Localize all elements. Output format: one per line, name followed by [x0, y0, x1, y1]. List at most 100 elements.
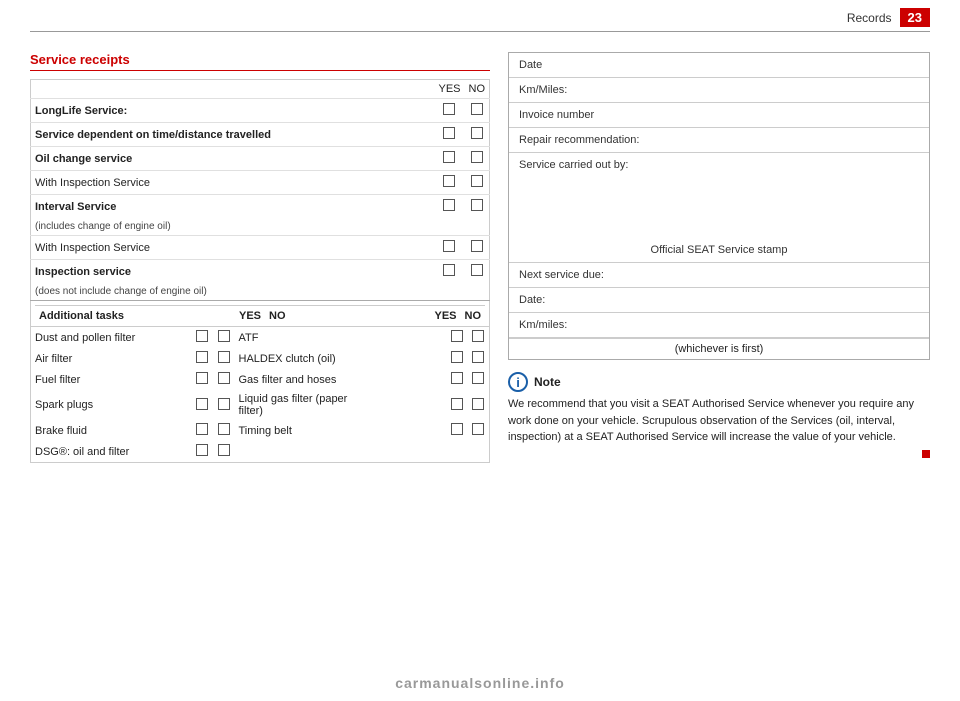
checkbox[interactable] — [471, 240, 483, 252]
left-task-label: Dust and pollen filter — [31, 327, 191, 348]
checkbox[interactable] — [472, 372, 484, 384]
right-task-label: HALDEX clutch (oil) — [235, 348, 446, 369]
add-no-label2: NO — [461, 306, 486, 325]
row-label: LongLife Service: — [31, 99, 435, 123]
right-task-label: Timing belt — [235, 420, 446, 441]
checkbox[interactable] — [218, 444, 230, 456]
checkbox[interactable] — [443, 240, 455, 252]
table-row: With Inspection Service — [31, 236, 490, 260]
add-yes-label: YES — [235, 306, 265, 325]
left-column: Service receipts YES NO LongLife Service… — [30, 52, 490, 463]
page-header: Records 23 — [30, 0, 930, 32]
checkbox[interactable] — [443, 127, 455, 139]
right-task-label: ATF — [235, 327, 446, 348]
checkbox[interactable] — [218, 330, 230, 342]
whichever-row: (whichever is first) — [509, 338, 929, 359]
red-bullet-container — [508, 450, 930, 458]
row-sublabel: (includes change of engine oil) — [31, 218, 435, 236]
table-row: Interval Service — [31, 195, 490, 219]
info-box: Date Km/Miles: Invoice number Repair rec… — [508, 52, 930, 360]
repair-row: Repair recommendation: — [509, 128, 929, 153]
checkbox[interactable] — [451, 423, 463, 435]
left-task-label: DSG®: oil and filter — [31, 441, 191, 463]
km-miles2-label: Km/miles: — [519, 319, 567, 331]
note-header: i Note — [508, 372, 930, 392]
invoice-label: Invoice number — [519, 109, 594, 121]
checkbox[interactable] — [218, 423, 230, 435]
no-checkbox-cell[interactable] — [465, 99, 490, 123]
page-title: Records — [847, 11, 892, 25]
section-title: Service receipts — [30, 52, 490, 71]
checkbox[interactable] — [196, 444, 208, 456]
table-row: (includes change of engine oil) — [31, 218, 490, 236]
list-item: Fuel filter Gas filter and hoses — [31, 369, 490, 390]
checkbox[interactable] — [443, 151, 455, 163]
checkbox[interactable] — [451, 398, 463, 410]
left-task-label: Brake fluid — [31, 420, 191, 441]
yes-header: YES — [434, 80, 464, 99]
watermark: carmanualsonline.info — [395, 675, 565, 691]
row-label: Inspection service — [31, 260, 435, 284]
row-label: With Inspection Service — [31, 236, 435, 260]
row-label: Service dependent on time/distance trave… — [31, 123, 435, 147]
checkbox[interactable] — [451, 351, 463, 363]
yes-checkbox-cell[interactable] — [434, 99, 464, 123]
checkbox[interactable] — [471, 264, 483, 276]
right-task-label: Liquid gas filter (paperfilter) — [235, 390, 446, 420]
date-label: Date — [519, 59, 542, 71]
checkbox[interactable] — [218, 398, 230, 410]
checkbox[interactable] — [218, 372, 230, 384]
km-miles2-row: Km/miles: — [509, 313, 929, 338]
info-icon: i — [508, 372, 528, 392]
checkbox[interactable] — [472, 351, 484, 363]
row-label: Oil change service — [31, 147, 435, 171]
stamp-text: Official SEAT Service stamp — [651, 244, 788, 256]
list-item: Spark plugs Liquid gas filter (paperfilt… — [31, 390, 490, 420]
checkbox[interactable] — [471, 199, 483, 211]
list-item: Brake fluid Timing belt — [31, 420, 490, 441]
checkbox[interactable] — [443, 103, 455, 115]
left-task-label: Fuel filter — [31, 369, 191, 390]
checkbox[interactable] — [471, 103, 483, 115]
left-task-label: Spark plugs — [31, 390, 191, 420]
checkbox[interactable] — [218, 351, 230, 363]
additional-tasks-header: Additional tasks YES NO YES NO — [31, 301, 490, 327]
red-square-icon — [922, 450, 930, 458]
checkbox[interactable] — [443, 175, 455, 187]
date2-row: Date: — [509, 288, 929, 313]
checkbox[interactable] — [196, 372, 208, 384]
service-by-label: Service carried out by: — [519, 159, 919, 171]
service-table: YES NO LongLife Service: Service depende… — [30, 79, 490, 327]
checkbox[interactable] — [196, 330, 208, 342]
table-row: (does not include change of engine oil) — [31, 283, 490, 301]
content-area: Service receipts YES NO LongLife Service… — [30, 52, 930, 463]
invoice-row: Invoice number — [509, 103, 929, 128]
table-row: LongLife Service: — [31, 99, 490, 123]
right-column: Date Km/Miles: Invoice number Repair rec… — [508, 52, 930, 463]
checkbox[interactable] — [196, 423, 208, 435]
checkbox[interactable] — [472, 398, 484, 410]
note-section: i Note We recommend that you visit a SEA… — [508, 372, 930, 446]
checkbox[interactable] — [471, 151, 483, 163]
checkbox[interactable] — [471, 127, 483, 139]
checkbox[interactable] — [196, 398, 208, 410]
checkbox[interactable] — [472, 330, 484, 342]
checkbox[interactable] — [472, 423, 484, 435]
note-text: We recommend that you visit a SEAT Autho… — [508, 396, 930, 446]
additional-tasks-table: Dust and pollen filter ATF Air filter HA… — [30, 327, 490, 463]
row-label: Interval Service — [31, 195, 435, 219]
checkbox[interactable] — [196, 351, 208, 363]
list-item: DSG®: oil and filter — [31, 441, 490, 463]
km-miles-row: Km/Miles: — [509, 78, 929, 103]
next-service-row: Next service due: — [509, 263, 929, 288]
service-by-row: Service carried out by: Official SEAT Se… — [509, 153, 929, 263]
checkbox[interactable] — [443, 199, 455, 211]
table-row: Oil change service — [31, 147, 490, 171]
list-item: Air filter HALDEX clutch (oil) — [31, 348, 490, 369]
checkbox[interactable] — [443, 264, 455, 276]
whichever-label: (whichever is first) — [675, 343, 764, 355]
checkbox[interactable] — [451, 372, 463, 384]
add-tasks-header-row: Additional tasks YES NO YES NO — [35, 306, 485, 325]
checkbox[interactable] — [451, 330, 463, 342]
checkbox[interactable] — [471, 175, 483, 187]
